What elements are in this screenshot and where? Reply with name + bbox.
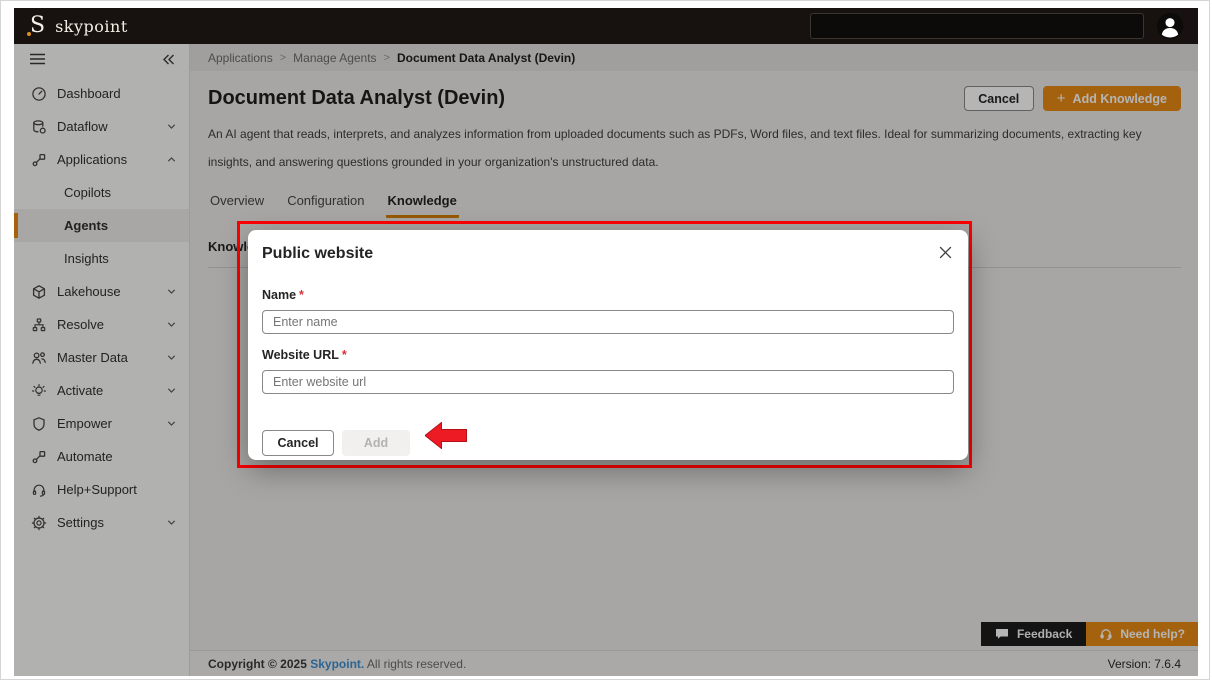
skypoint-app-window: S skypoint (14, 8, 1198, 676)
name-field-label: Name* (262, 288, 954, 302)
modal-backdrop-sidebar (14, 44, 190, 676)
name-input[interactable] (262, 310, 954, 334)
user-avatar[interactable] (1156, 12, 1184, 40)
dialog-title: Public website (262, 242, 954, 266)
logo-orange-dot (27, 32, 31, 36)
required-asterisk: * (342, 348, 347, 362)
dialog-cancel-button[interactable]: Cancel (262, 430, 334, 456)
logo-wordmark: skypoint (55, 17, 128, 36)
dialog-add-button[interactable]: Add (342, 430, 410, 456)
topbar-search-box[interactable] (810, 13, 1144, 39)
screenshot-frame: S skypoint (0, 0, 1210, 680)
logo-s-mark: S (30, 15, 45, 37)
website-url-input[interactable] (262, 370, 954, 394)
required-asterisk: * (299, 288, 304, 302)
person-icon (1156, 12, 1184, 40)
topbar: S skypoint (14, 8, 1198, 44)
website-url-field-label: Website URL* (262, 348, 954, 362)
close-icon[interactable] (939, 246, 952, 259)
public-website-dialog: Public website Name* Website URL* Cancel… (248, 230, 968, 460)
skypoint-logo: S skypoint (30, 15, 128, 37)
